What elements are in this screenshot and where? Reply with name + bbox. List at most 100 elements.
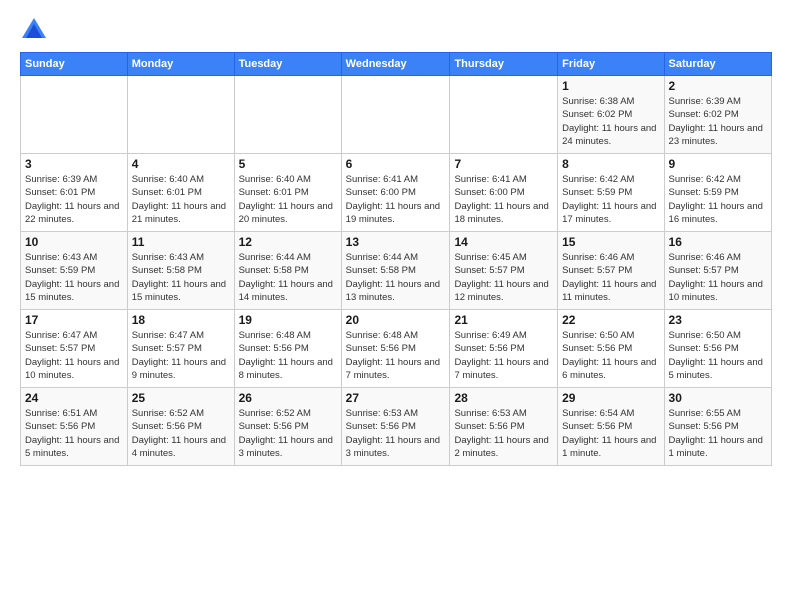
page: Sunday Monday Tuesday Wednesday Thursday… [0,0,792,612]
calendar-cell: 6 Sunrise: 6:41 AMSunset: 6:00 PMDaylight… [341,154,450,232]
day-number: 27 [346,391,446,405]
header [20,16,772,44]
day-info: Sunrise: 6:41 AMSunset: 6:00 PMDaylight:… [346,173,446,226]
day-number: 5 [239,157,337,171]
day-info: Sunrise: 6:48 AMSunset: 5:56 PMDaylight:… [239,329,337,382]
header-saturday: Saturday [664,53,771,76]
day-info: Sunrise: 6:46 AMSunset: 5:57 PMDaylight:… [669,251,767,304]
logo [20,16,52,44]
calendar-cell: 5 Sunrise: 6:40 AMSunset: 6:01 PMDaylight… [234,154,341,232]
day-number: 4 [132,157,230,171]
calendar-cell: 18 Sunrise: 6:47 AMSunset: 5:57 PMDayligh… [127,310,234,388]
calendar-cell [450,76,558,154]
calendar-week-2: 3 Sunrise: 6:39 AMSunset: 6:01 PMDaylight… [21,154,772,232]
day-info: Sunrise: 6:53 AMSunset: 5:56 PMDaylight:… [346,407,446,460]
calendar-cell: 23 Sunrise: 6:50 AMSunset: 5:56 PMDayligh… [664,310,771,388]
header-wednesday: Wednesday [341,53,450,76]
calendar-cell: 16 Sunrise: 6:46 AMSunset: 5:57 PMDayligh… [664,232,771,310]
day-info: Sunrise: 6:54 AMSunset: 5:56 PMDaylight:… [562,407,659,460]
calendar-cell: 25 Sunrise: 6:52 AMSunset: 5:56 PMDayligh… [127,388,234,466]
calendar-cell: 4Sunrise: 6:40 AMSunset: 6:01 PMDaylight… [127,154,234,232]
calendar-cell: 29 Sunrise: 6:54 AMSunset: 5:56 PMDayligh… [558,388,664,466]
day-number: 21 [454,313,553,327]
day-info: Sunrise: 6:46 AMSunset: 5:57 PMDaylight:… [562,251,659,304]
calendar-cell: 7 Sunrise: 6:41 AMSunset: 6:00 PMDaylight… [450,154,558,232]
day-number: 25 [132,391,230,405]
day-number: 30 [669,391,767,405]
day-number: 12 [239,235,337,249]
header-sunday: Sunday [21,53,128,76]
day-number: 16 [669,235,767,249]
day-number: 19 [239,313,337,327]
day-info: Sunrise: 6:50 AMSunset: 5:56 PMDaylight:… [562,329,659,382]
calendar-cell [341,76,450,154]
calendar-cell: 20Sunrise: 6:48 AMSunset: 5:56 PMDayligh… [341,310,450,388]
calendar-body: 1 Sunrise: 6:38 AMSunset: 6:02 PMDaylight… [21,76,772,466]
calendar-cell [21,76,128,154]
day-info: Sunrise: 6:42 AMSunset: 5:59 PMDaylight:… [562,173,659,226]
day-number: 3 [25,157,123,171]
calendar-cell: 1 Sunrise: 6:38 AMSunset: 6:02 PMDaylight… [558,76,664,154]
calendar-cell: 13 Sunrise: 6:44 AMSunset: 5:58 PMDayligh… [341,232,450,310]
header-thursday: Thursday [450,53,558,76]
day-number: 26 [239,391,337,405]
day-info: Sunrise: 6:38 AMSunset: 6:02 PMDaylight:… [562,95,659,148]
calendar-cell [234,76,341,154]
calendar-week-1: 1 Sunrise: 6:38 AMSunset: 6:02 PMDaylight… [21,76,772,154]
day-number: 18 [132,313,230,327]
day-info: Sunrise: 6:45 AMSunset: 5:57 PMDaylight:… [454,251,553,304]
day-number: 23 [669,313,767,327]
calendar-cell: 21 Sunrise: 6:49 AMSunset: 5:56 PMDayligh… [450,310,558,388]
header-monday: Monday [127,53,234,76]
header-tuesday: Tuesday [234,53,341,76]
calendar-cell: 27 Sunrise: 6:53 AMSunset: 5:56 PMDayligh… [341,388,450,466]
calendar-cell: 8Sunrise: 6:42 AMSunset: 5:59 PMDaylight… [558,154,664,232]
day-info: Sunrise: 6:41 AMSunset: 6:00 PMDaylight:… [454,173,553,226]
day-info: Sunrise: 6:40 AMSunset: 6:01 PMDaylight:… [239,173,337,226]
day-info: Sunrise: 6:39 AMSunset: 6:01 PMDaylight:… [25,173,123,226]
header-row: Sunday Monday Tuesday Wednesday Thursday… [21,53,772,76]
day-info: Sunrise: 6:51 AMSunset: 5:56 PMDaylight:… [25,407,123,460]
calendar-cell: 12 Sunrise: 6:44 AMSunset: 5:58 PMDayligh… [234,232,341,310]
calendar-table: Sunday Monday Tuesday Wednesday Thursday… [20,52,772,466]
calendar-header: Sunday Monday Tuesday Wednesday Thursday… [21,53,772,76]
calendar-week-3: 10Sunrise: 6:43 AMSunset: 5:59 PMDayligh… [21,232,772,310]
day-number: 20 [346,313,446,327]
calendar-cell: 17 Sunrise: 6:47 AMSunset: 5:57 PMDayligh… [21,310,128,388]
day-number: 24 [25,391,123,405]
calendar-cell: 22Sunrise: 6:50 AMSunset: 5:56 PMDayligh… [558,310,664,388]
calendar-cell: 26 Sunrise: 6:52 AMSunset: 5:56 PMDayligh… [234,388,341,466]
calendar-week-5: 24 Sunrise: 6:51 AMSunset: 5:56 PMDayligh… [21,388,772,466]
calendar-cell: 28Sunrise: 6:53 AMSunset: 5:56 PMDayligh… [450,388,558,466]
header-friday: Friday [558,53,664,76]
day-info: Sunrise: 6:52 AMSunset: 5:56 PMDaylight:… [132,407,230,460]
day-number: 13 [346,235,446,249]
calendar-cell: 3 Sunrise: 6:39 AMSunset: 6:01 PMDaylight… [21,154,128,232]
day-number: 17 [25,313,123,327]
calendar-cell: 19 Sunrise: 6:48 AMSunset: 5:56 PMDayligh… [234,310,341,388]
day-info: Sunrise: 6:50 AMSunset: 5:56 PMDaylight:… [669,329,767,382]
day-number: 29 [562,391,659,405]
day-info: Sunrise: 6:47 AMSunset: 5:57 PMDaylight:… [25,329,123,382]
day-info: Sunrise: 6:49 AMSunset: 5:56 PMDaylight:… [454,329,553,382]
day-info: Sunrise: 6:44 AMSunset: 5:58 PMDaylight:… [346,251,446,304]
day-number: 15 [562,235,659,249]
logo-icon [20,16,48,44]
day-number: 2 [669,79,767,93]
day-number: 9 [669,157,767,171]
day-number: 1 [562,79,659,93]
calendar-cell: 24 Sunrise: 6:51 AMSunset: 5:56 PMDayligh… [21,388,128,466]
day-number: 14 [454,235,553,249]
day-info: Sunrise: 6:52 AMSunset: 5:56 PMDaylight:… [239,407,337,460]
calendar-cell: 14 Sunrise: 6:45 AMSunset: 5:57 PMDayligh… [450,232,558,310]
day-info: Sunrise: 6:47 AMSunset: 5:57 PMDaylight:… [132,329,230,382]
day-info: Sunrise: 6:42 AMSunset: 5:59 PMDaylight:… [669,173,767,226]
day-info: Sunrise: 6:55 AMSunset: 5:56 PMDaylight:… [669,407,767,460]
day-number: 6 [346,157,446,171]
day-info: Sunrise: 6:44 AMSunset: 5:58 PMDaylight:… [239,251,337,304]
day-number: 10 [25,235,123,249]
calendar-cell: 10Sunrise: 6:43 AMSunset: 5:59 PMDayligh… [21,232,128,310]
day-number: 7 [454,157,553,171]
day-number: 28 [454,391,553,405]
calendar-week-4: 17 Sunrise: 6:47 AMSunset: 5:57 PMDayligh… [21,310,772,388]
